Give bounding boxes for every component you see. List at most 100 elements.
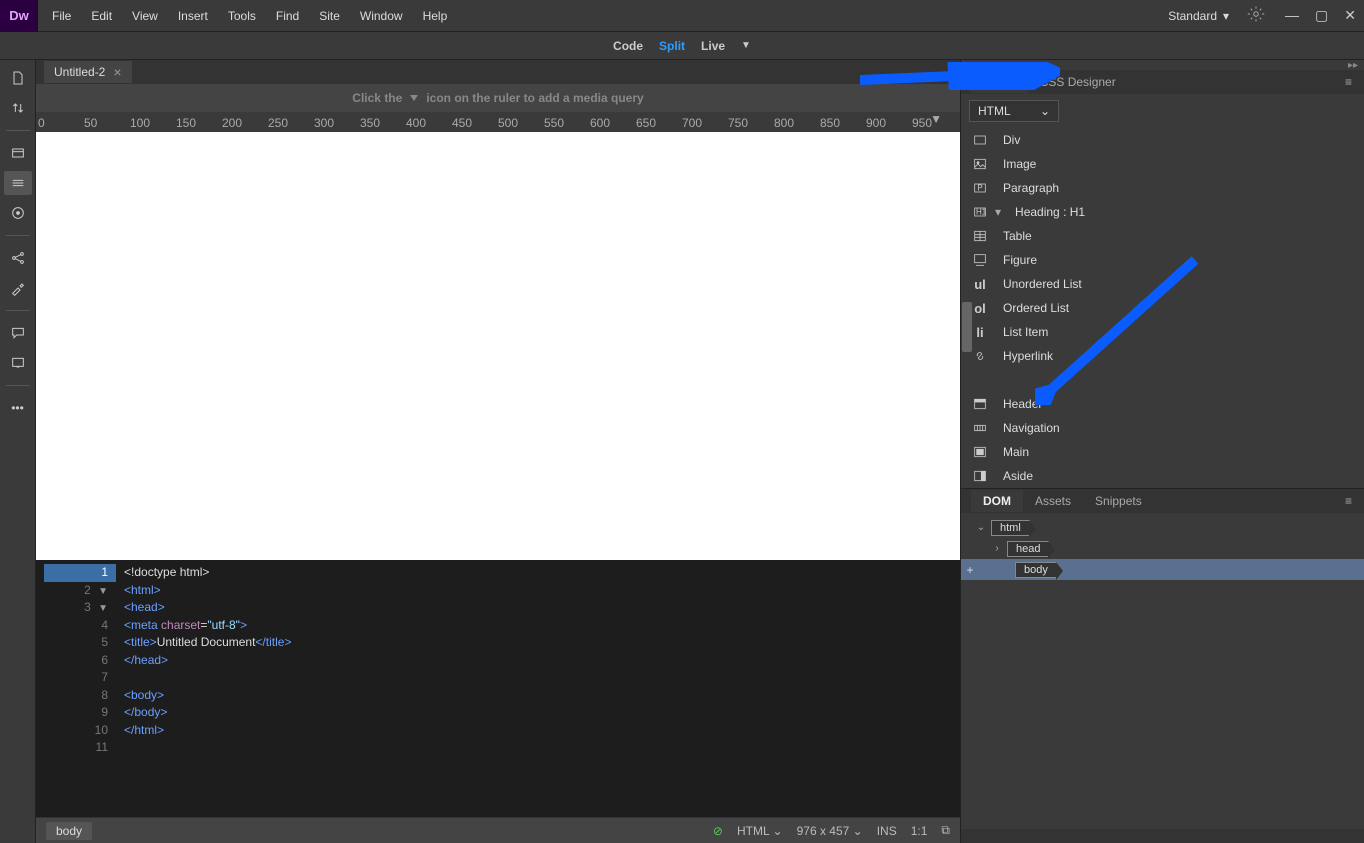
panel-footer-scrollbar[interactable] [961, 829, 1364, 843]
insert-ol[interactable]: olOrdered List [961, 296, 1364, 320]
ruler-tick: 150 [176, 116, 196, 130]
ruler-tick: 250 [268, 116, 288, 130]
div-icon [971, 131, 989, 149]
tab-dom[interactable]: DOM [971, 490, 1023, 512]
insert-paragraph[interactable]: PParagraph [961, 176, 1364, 200]
heading-icon: H1 [971, 203, 989, 221]
close-tab-icon[interactable]: × [113, 64, 121, 80]
ruler[interactable]: ▼ 05010015020025030035040045050055060065… [36, 112, 960, 132]
menu-tools[interactable]: Tools [218, 0, 266, 32]
insert-main[interactable]: Main [961, 440, 1364, 464]
view-split[interactable]: Split [659, 39, 685, 53]
file-icon[interactable] [4, 66, 32, 90]
add-node-icon[interactable]: + [961, 563, 979, 577]
menu-bar: File Edit View Insert Tools Find Site Wi… [42, 0, 457, 32]
panel-options-icon[interactable]: ≡ [1333, 71, 1364, 93]
image-icon [971, 155, 989, 173]
insert-figure[interactable]: Figure [961, 248, 1364, 272]
insert-ul[interactable]: ulUnordered List [961, 272, 1364, 296]
app-logo: Dw [0, 0, 38, 32]
insert-table[interactable]: Table [961, 224, 1364, 248]
minimize-button[interactable]: — [1285, 7, 1299, 24]
code-editor[interactable]: 1 2 ▼ 3 ▼ 4567891011 <!doctype html> <ht… [36, 560, 960, 817]
more-icon[interactable]: ••• [4, 396, 32, 420]
status-bar: body ⊘ HTML ⌄ 976 x 457 ⌄ INS 1:1 ⧉ [36, 817, 960, 843]
ruler-tick: 350 [360, 116, 380, 130]
scrollbar-thumb[interactable] [962, 302, 972, 352]
ruler-tick: 200 [222, 116, 242, 130]
status-size[interactable]: 976 x 457 ⌄ [797, 824, 863, 838]
insert-header[interactable]: Header [961, 392, 1364, 416]
insert-navigation[interactable]: Navigation [961, 416, 1364, 440]
maximize-button[interactable]: ▢ [1315, 7, 1328, 24]
expand-icon[interactable] [4, 141, 32, 165]
ruler-tick: 550 [544, 116, 564, 130]
insert-aside[interactable]: Aside [961, 464, 1364, 488]
tab-css-designer[interactable]: CSS Designer [1028, 71, 1128, 93]
menu-view[interactable]: View [122, 0, 168, 32]
insert-category-dropdown[interactable]: HTML⌄ [969, 100, 1059, 122]
svg-text:P: P [977, 184, 982, 193]
dom-node-head[interactable]: ›head [961, 538, 1364, 559]
workspace-label: Standard [1168, 9, 1217, 23]
panel-collapse-icon[interactable]: ▸▸ [961, 60, 1364, 70]
menu-edit[interactable]: Edit [81, 0, 122, 32]
workspace-switcher[interactable]: Standard ▾ [1160, 9, 1237, 23]
comment-icon[interactable] [4, 321, 32, 345]
chevron-down-icon: ⌄ [1040, 104, 1050, 118]
ruler-tick: 850 [820, 116, 840, 130]
menu-help[interactable]: Help [413, 0, 458, 32]
close-button[interactable]: ✕ [1344, 7, 1356, 24]
status-pos: 1:1 [911, 824, 928, 838]
collapse-icon[interactable] [4, 171, 32, 195]
manage-sites-icon[interactable] [4, 96, 32, 120]
dom-node-body[interactable]: +body [961, 559, 1364, 580]
chevron-down-icon: ▾ [1223, 9, 1229, 23]
caret-down-icon[interactable]: ⌄ [975, 522, 987, 533]
sync-settings-icon[interactable] [1247, 5, 1265, 26]
ruler-tick: 50 [84, 116, 97, 130]
menu-file[interactable]: File [42, 0, 81, 32]
ruler-tick: 300 [314, 116, 334, 130]
status-lang[interactable]: HTML ⌄ [737, 824, 783, 838]
ruler-tick: 800 [774, 116, 794, 130]
ol-icon: ol [971, 299, 989, 317]
status-ins[interactable]: INS [877, 824, 897, 838]
view-live[interactable]: Live [701, 39, 725, 53]
menu-window[interactable]: Window [350, 0, 413, 32]
preview-icon[interactable] [4, 351, 32, 375]
insert-separator [961, 368, 1364, 392]
insert-heading[interactable]: H1▾Heading : H1 [961, 200, 1364, 224]
ul-icon: ul [971, 275, 989, 293]
ruler-tick: 500 [498, 116, 518, 130]
menu-insert[interactable]: Insert [168, 0, 218, 32]
share-icon[interactable] [4, 246, 32, 270]
status-selector[interactable]: body [46, 822, 92, 840]
tab-assets[interactable]: Assets [1023, 490, 1083, 512]
code-content[interactable]: <!doctype html> <html> <head> <meta char… [116, 560, 960, 817]
insert-image[interactable]: Image [961, 152, 1364, 176]
svg-text:H1: H1 [976, 208, 987, 217]
line-gutter: 1 2 ▼ 3 ▼ 4567891011 [36, 560, 116, 817]
status-device-icon[interactable]: ⧉ [941, 823, 950, 838]
li-icon: li [971, 323, 989, 341]
tab-insert[interactable]: Insert [971, 71, 1028, 93]
insert-hyperlink[interactable]: Hyperlink [961, 344, 1364, 368]
view-dropdown-icon[interactable]: ▼ [741, 40, 751, 51]
tab-snippets[interactable]: Snippets [1083, 490, 1154, 512]
panel-options-icon[interactable]: ≡ [1333, 490, 1364, 512]
eyedropper-icon[interactable] [4, 276, 32, 300]
view-code[interactable]: Code [613, 39, 643, 53]
design-canvas[interactable] [36, 132, 960, 560]
ruler-tick: 700 [682, 116, 702, 130]
menu-site[interactable]: Site [309, 0, 350, 32]
menu-find[interactable]: Find [266, 0, 309, 32]
live-view-icon[interactable] [4, 201, 32, 225]
link-icon [971, 347, 989, 365]
caret-right-icon[interactable]: › [991, 543, 1003, 554]
dom-node-html[interactable]: ⌄html [961, 517, 1364, 538]
insert-li[interactable]: liList Item [961, 320, 1364, 344]
left-toolbar: ••• [0, 60, 36, 843]
insert-div[interactable]: Div [961, 128, 1364, 152]
document-tab[interactable]: Untitled-2 × [44, 61, 132, 83]
